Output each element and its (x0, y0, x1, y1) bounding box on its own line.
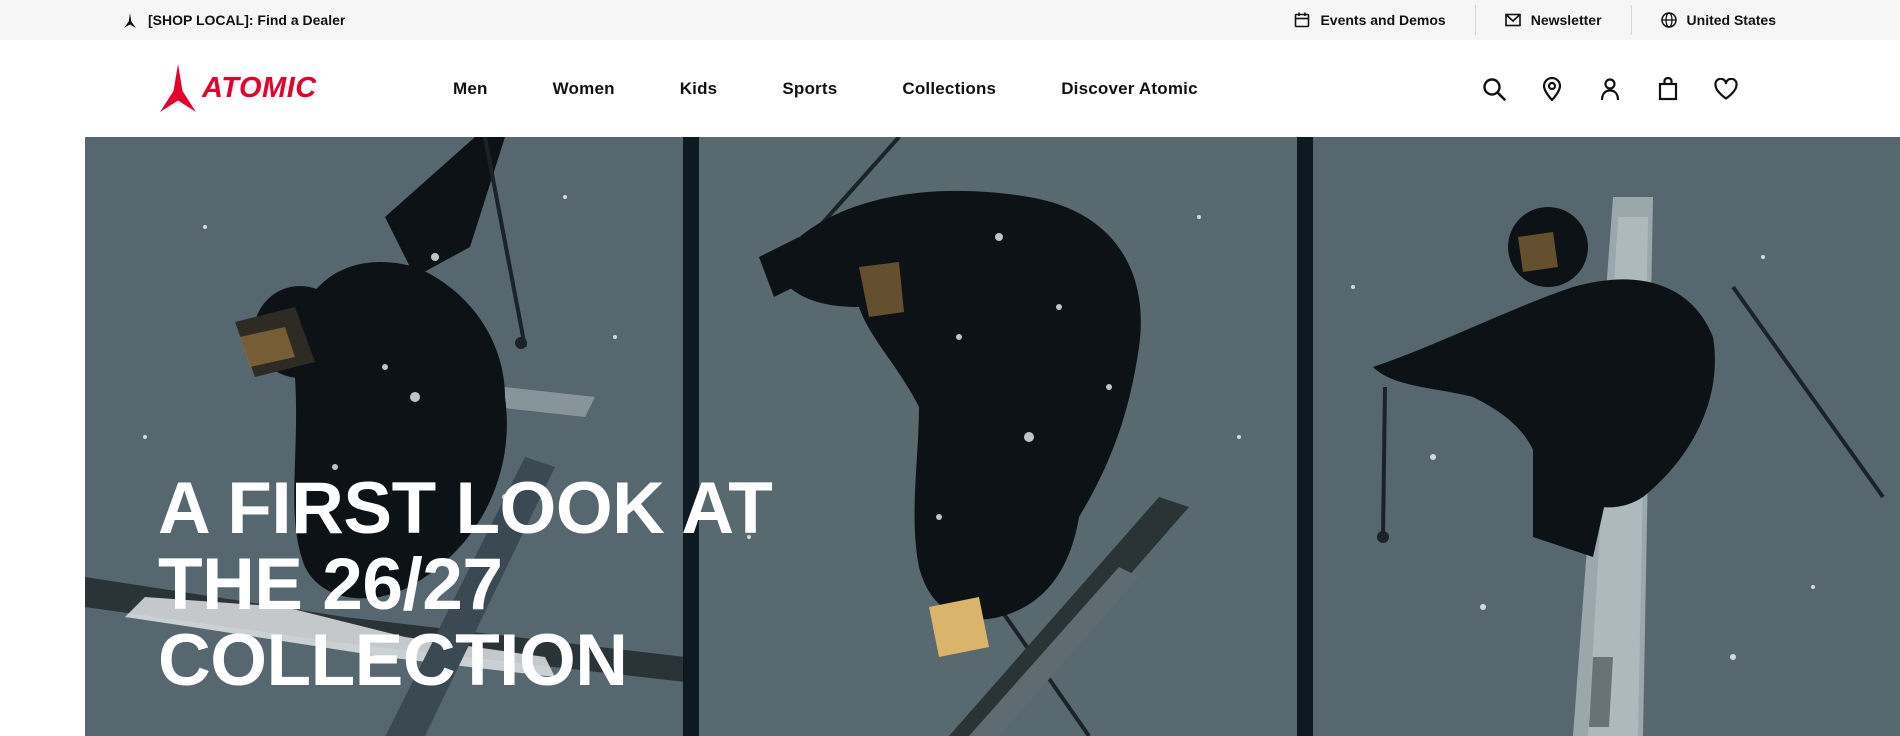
globe-icon (1660, 12, 1677, 28)
find-dealer-link[interactable]: [SHOP LOCAL]: Find a Dealer (124, 0, 345, 40)
region-label: United States (1686, 12, 1776, 28)
atomic-logo-mark-icon (160, 64, 196, 112)
search-icon[interactable] (1482, 77, 1506, 101)
events-demos-link[interactable]: Events and Demos (1294, 5, 1474, 35)
brand-wordmark: ATOMIC (202, 71, 317, 104)
nav-item-sports[interactable]: Sports (782, 79, 837, 99)
nav-item-men[interactable]: Men (453, 79, 488, 99)
account-icon[interactable] (1598, 77, 1622, 101)
find-dealer-label: [SHOP LOCAL]: Find a Dealer (148, 12, 346, 28)
calendar-icon (1294, 12, 1310, 28)
hero-title: A FIRST LOOK AT THE 26/27 COLLECTION (158, 471, 878, 699)
utility-links: Events and Demos Newsletter United State… (1294, 0, 1776, 40)
events-demos-label: Events and Demos (1320, 12, 1446, 28)
nav-item-women[interactable]: Women (553, 79, 615, 99)
hero-title-line-1: A FIRST LOOK AT (158, 468, 773, 549)
hero-title-line-3: COLLECTION (158, 620, 628, 701)
primary-nav: Men Women Kids Sports Collections Discov… (453, 40, 1198, 137)
hero-title-line-2: THE 26/27 (158, 544, 503, 625)
hero-banner[interactable]: A FIRST LOOK AT THE 26/27 COLLECTION (85, 137, 1900, 736)
newsletter-link[interactable]: Newsletter (1476, 5, 1631, 35)
wishlist-heart-icon[interactable] (1714, 77, 1738, 101)
hero-image-right (1313, 137, 1900, 736)
shopping-bag-icon[interactable] (1656, 76, 1680, 101)
mail-icon (1504, 13, 1521, 27)
nav-item-discover-atomic[interactable]: Discover Atomic (1061, 79, 1198, 99)
main-header: ATOMIC Men Women Kids Sports Collections… (0, 40, 1900, 137)
nav-item-collections[interactable]: Collections (902, 79, 996, 99)
region-selector[interactable]: United States (1632, 5, 1776, 35)
header-actions (1482, 40, 1738, 137)
panel-divider (1297, 137, 1313, 736)
atomic-logo[interactable]: ATOMIC (160, 63, 317, 113)
atomic-mark-icon (124, 12, 136, 28)
nav-item-kids[interactable]: Kids (680, 79, 718, 99)
location-pin-icon[interactable] (1540, 76, 1564, 101)
utility-bar: [SHOP LOCAL]: Find a Dealer Events and D… (0, 0, 1900, 40)
newsletter-label: Newsletter (1530, 12, 1602, 28)
